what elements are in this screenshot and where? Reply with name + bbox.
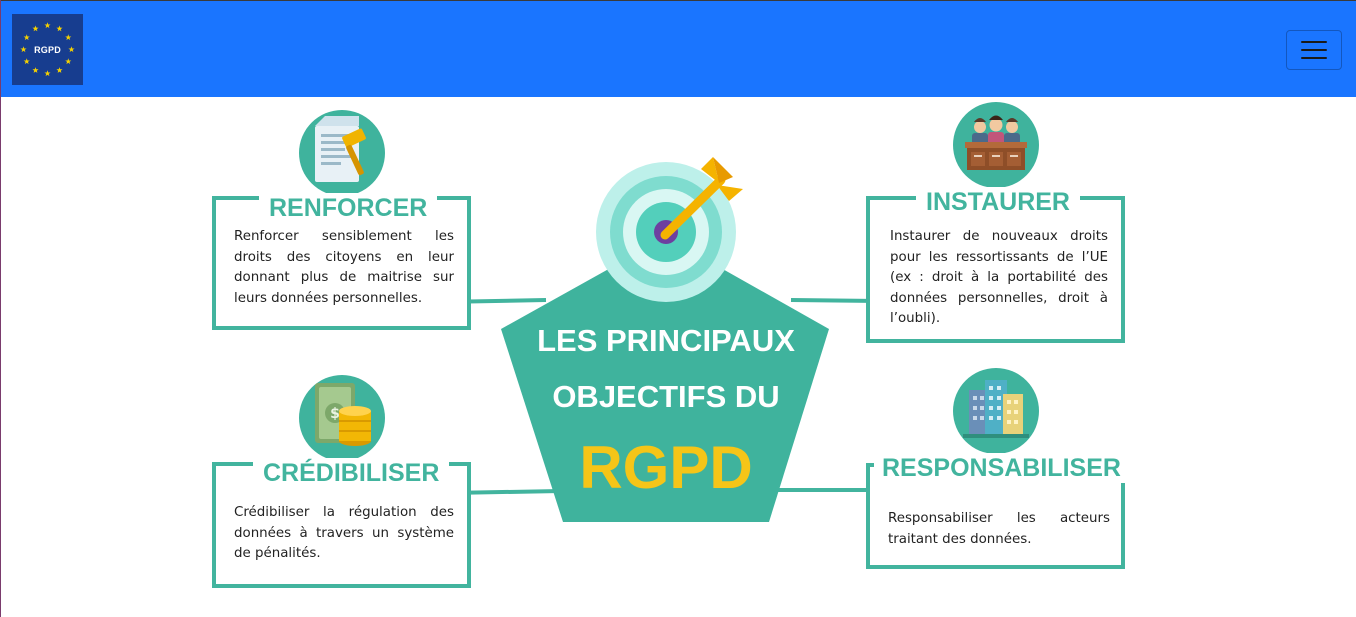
eu-star bbox=[44, 22, 51, 29]
objective-title-renforcer: RENFORCER bbox=[259, 193, 438, 223]
eu-star bbox=[23, 34, 30, 41]
tribunal-judges-icon bbox=[953, 102, 1039, 188]
hamburger-menu-icon bbox=[1301, 41, 1327, 43]
eu-star bbox=[56, 67, 63, 73]
center-title-line2: OBJECTIFS DU bbox=[552, 379, 780, 414]
center-title-line1: LES PRINCIPAUX bbox=[537, 323, 795, 358]
objective-box-instaurer: Instaurer de nouveaux droits pour les re… bbox=[866, 196, 1125, 343]
eu-star bbox=[23, 58, 30, 65]
document-gavel-icon bbox=[299, 110, 385, 196]
hamburger-menu-button[interactable] bbox=[1286, 30, 1342, 70]
eu-star bbox=[56, 25, 63, 32]
objective-text-responsabiliser: Responsabiliser les acteurs traitant des… bbox=[888, 511, 1110, 547]
eu-star bbox=[65, 34, 72, 41]
top-navbar: RGPD bbox=[1, 0, 1356, 97]
office-buildings-icon bbox=[953, 368, 1039, 454]
svg-text:$: $ bbox=[330, 406, 340, 422]
money-coins-icon: $ bbox=[299, 375, 385, 461]
eu-star bbox=[32, 67, 39, 73]
objective-text-instaurer: Instaurer de nouveaux droits pour les re… bbox=[890, 229, 1108, 326]
rgpd-objectives-infographic: LES PRINCIPAUX OBJECTIFS DU RGPD Renforc… bbox=[1, 97, 1356, 617]
center-title-rgpd: RGPD bbox=[579, 434, 753, 501]
objective-text-credibiliser: Crédibiliser la régulation des données à… bbox=[234, 505, 454, 561]
eu-star bbox=[20, 46, 27, 53]
eu-star bbox=[65, 58, 72, 65]
rgpd-logo-link[interactable]: RGPD bbox=[12, 14, 83, 85]
objective-title-instaurer: INSTAURER bbox=[916, 187, 1080, 217]
objective-title-credibiliser: CRÉDIBILISER bbox=[253, 458, 450, 488]
eu-star bbox=[44, 70, 51, 77]
objective-text-renforcer: Renforcer sensiblement les droits des ci… bbox=[234, 229, 454, 306]
brand-label: RGPD bbox=[34, 44, 61, 55]
objective-title-responsabiliser: RESPONSABILISER bbox=[874, 453, 1129, 483]
eu-star bbox=[32, 25, 39, 32]
eu-star bbox=[68, 46, 75, 53]
